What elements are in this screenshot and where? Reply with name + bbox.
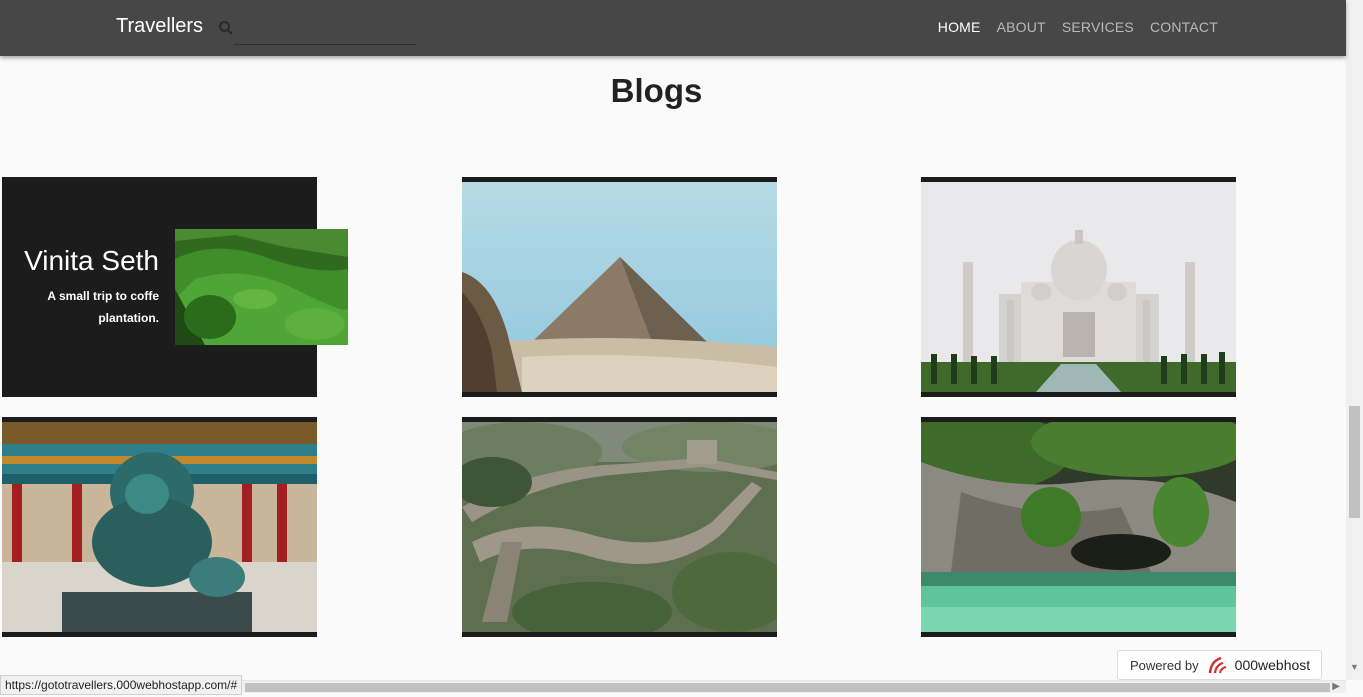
scroll-down-arrow-icon[interactable]: ▼ xyxy=(1350,662,1359,672)
search-box xyxy=(218,14,416,46)
lagoon-image xyxy=(921,422,1236,632)
vertical-scrollbar[interactable]: ▼ xyxy=(1346,0,1363,680)
plantation-image xyxy=(175,229,348,345)
webhost-logo-icon xyxy=(1208,656,1226,674)
powered-by-badge[interactable]: Powered by 000webhost xyxy=(1117,650,1322,680)
blog-description: A small trip to coffe plantation. xyxy=(47,289,159,325)
vertical-scroll-thumb[interactable] xyxy=(1349,406,1360,518)
navbar: Travellers HOME ABOUT SERVICES CONTACT xyxy=(0,0,1346,56)
blog-card-lagoon[interactable] xyxy=(921,417,1236,637)
section-title: Blogs xyxy=(610,72,703,109)
search-icon[interactable] xyxy=(218,20,234,36)
nav-home[interactable]: HOME xyxy=(938,19,981,35)
search-input[interactable] xyxy=(234,14,416,45)
pyramid-image xyxy=(462,182,777,392)
lion-statue-image xyxy=(2,422,317,632)
nav-about[interactable]: ABOUT xyxy=(997,19,1046,35)
nav-services[interactable]: SERVICES xyxy=(1062,19,1134,35)
blog-card-forbidden-city[interactable] xyxy=(2,417,317,637)
scroll-right-arrow-icon[interactable]: ▶ xyxy=(1332,681,1340,692)
great-wall-image xyxy=(462,422,777,632)
brand-logo[interactable]: Travellers xyxy=(116,15,203,38)
horizontal-scroll-thumb[interactable] xyxy=(245,683,1330,692)
page: Travellers HOME ABOUT SERVICES CONTACT B… xyxy=(0,0,1363,697)
nav-contact[interactable]: CONTACT xyxy=(1150,19,1218,35)
author-name: Vinita Seth xyxy=(24,245,159,276)
nav-links: HOME ABOUT SERVICES CONTACT xyxy=(938,19,1218,35)
blog-card-great-wall[interactable] xyxy=(462,417,777,637)
status-bar-url: https://gototravellers.000webhostapp.com… xyxy=(0,675,243,695)
powered-label: Powered by xyxy=(1130,657,1199,673)
powered-brand: 000webhost xyxy=(1234,657,1311,673)
taj-mahal-image xyxy=(921,182,1236,392)
blog-card-taj-mahal[interactable] xyxy=(921,177,1236,397)
blog-card-pyramid[interactable] xyxy=(462,177,777,397)
